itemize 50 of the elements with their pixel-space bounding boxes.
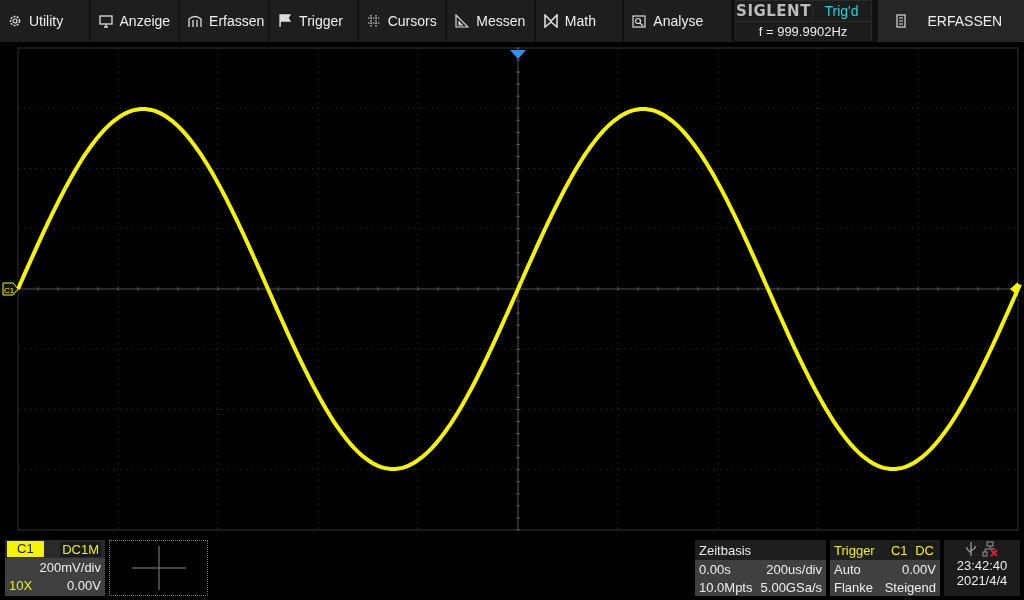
clipboard-icon [895,14,906,28]
trigger-status: Trig'd [812,1,871,21]
trigger-level: 0.00V [902,561,936,577]
network-disconnected-icon [982,541,998,557]
trigger-coupling: DC [913,542,936,558]
add-channel-slot[interactable] [109,540,208,596]
menu-item-icon [278,14,293,28]
menu-item-icon [188,14,203,28]
usb-icon [966,541,976,557]
timebase-panel[interactable]: Zeitbasis 0.00s 200us/div 10.0Mpts 5.00GSa/s [695,540,826,596]
menu-button[interactable]: Cursors [358,0,446,42]
menu-item-icon [455,14,470,28]
channel-label: C1 [7,541,44,557]
horizontal-delay: 0.00s [699,561,731,577]
trigger-type: Flanke [834,579,874,595]
menu-button[interactable]: Trigger [270,0,357,42]
menu-button[interactable]: Anzeige [90,0,179,42]
vertical-offset: 0.00V [67,577,101,593]
vertical-scale: 200mV/div [39,559,101,575]
menu-button[interactable]: Messen [447,0,534,42]
menu-button[interactable]: Math [535,0,623,42]
channel-marker[interactable]: C1 [2,282,19,296]
timebase-title: Zeitbasis [699,542,752,558]
clock-time: 23:42:40 [956,558,1008,573]
sample-rate: 5.00GSa/s [760,579,822,595]
probe-factor: 10X [9,577,33,593]
menu-item-icon [366,14,381,28]
brand-logo: SIGLENT [735,1,812,21]
clock-date: 2021/4/4 [956,573,1008,588]
acquire-button[interactable]: ERFASSEN [877,0,1024,42]
menu-button[interactable]: Analyse [624,0,731,42]
menu-item-icon [98,14,113,28]
horizontal-scale: 200us/div [766,561,822,577]
trigger-position-marker [510,50,526,59]
menu-item-icon [632,14,647,28]
trigger-level-marker [1010,282,1018,296]
menu-button[interactable]: Utility [0,0,89,42]
trigger-source: C1 [888,542,910,558]
channel-panel[interactable]: C1 DC1M 200mV/div 10X 0.00V [5,540,105,596]
trigger-slope: Steigend [884,579,936,595]
trigger-mode: Auto [834,561,861,577]
frequency-readout: f = 999.9902Hz [735,22,871,41]
coupling-label: DC1M [60,541,101,557]
menu-item-icon [543,14,558,28]
trigger-title: Trigger [834,542,875,558]
trigger-panel[interactable]: Trigger C1 DC Auto 0.00V Flanke Steigend [830,540,940,596]
memory-depth: 10.0Mpts [699,579,753,595]
menu-button[interactable]: Erfassen [180,0,269,42]
plus-icon [131,546,186,590]
menu-item-icon [8,14,22,28]
